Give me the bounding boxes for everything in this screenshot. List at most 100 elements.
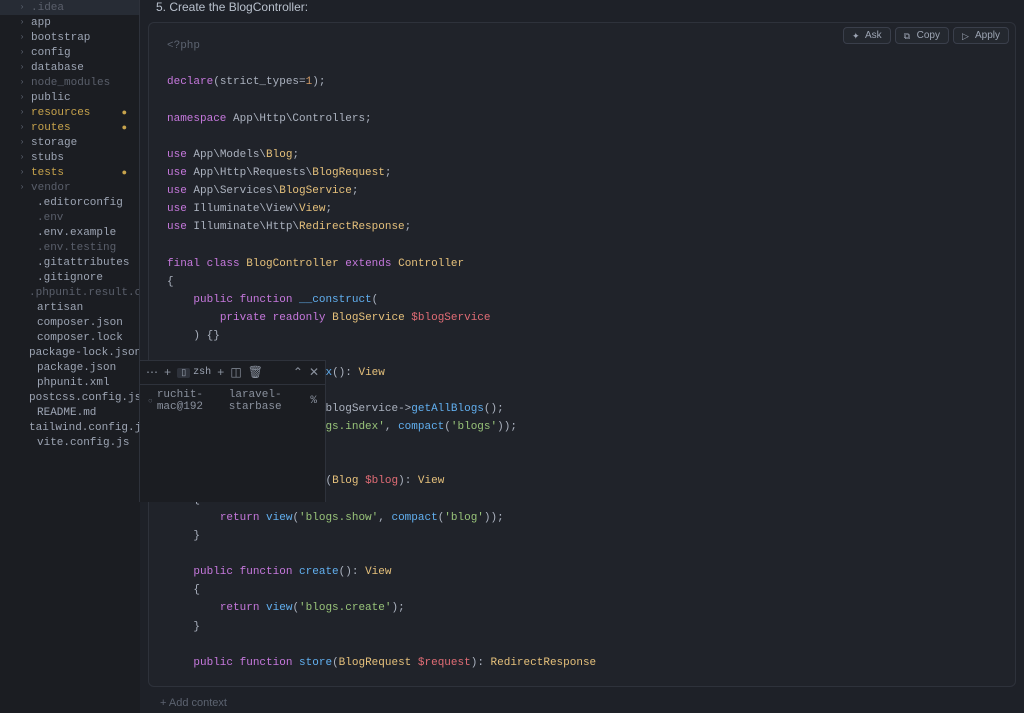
- folder-icon: ›: [18, 93, 26, 102]
- terminal-tab[interactable]: ▯ zsh: [177, 367, 211, 378]
- close-icon[interactable]: ✕: [309, 365, 319, 380]
- folder-icon: ›: [18, 108, 26, 117]
- terminal-prompt[interactable]: ○ ruchit-mac@192 laravel-starbase %: [140, 385, 325, 417]
- file--gitattributes[interactable]: .gitattributes: [0, 255, 139, 270]
- chevron-icon[interactable]: ⌃: [293, 365, 303, 380]
- tree-item-label: node_modules: [31, 77, 110, 89]
- file--gitignore[interactable]: .gitignore: [0, 270, 139, 285]
- folder-icon: ›: [18, 63, 26, 72]
- tree-item-label: package.json: [37, 362, 116, 374]
- file-explorer[interactable]: ›.idea›app›bootstrap›config›database›nod…: [0, 0, 140, 502]
- folder-icon: ›: [18, 153, 26, 162]
- tree-item-label: README.md: [37, 407, 96, 419]
- ask-button[interactable]: ✦ Ask: [843, 27, 891, 44]
- folder-tests[interactable]: › tests ●: [0, 165, 139, 180]
- copy-icon: ⧉: [904, 31, 914, 41]
- folder-resources[interactable]: › resources ●: [0, 105, 139, 120]
- tree-item-label: bootstrap: [31, 32, 90, 44]
- tree-item-label: postcss.config.js: [29, 392, 140, 404]
- file-composer-json[interactable]: composer.json: [0, 315, 139, 330]
- tree-item-label: public: [31, 92, 71, 104]
- folder-icon: ›: [18, 33, 26, 42]
- main-area: 5. Create the BlogController: ✦ Ask ⧉ Co…: [140, 0, 1024, 502]
- file--env[interactable]: .env: [0, 210, 139, 225]
- folder-storage[interactable]: › storage: [0, 135, 139, 150]
- tree-item-label: stubs: [31, 152, 64, 164]
- tree-item-label: composer.json: [37, 317, 123, 329]
- terminal-panel[interactable]: ⋯ + ▯ zsh + ◫ 🗑 ⌃ ✕ ○ ruchit-mac@192 lar…: [140, 360, 326, 502]
- tree-item-label: storage: [31, 137, 77, 149]
- folder-icon: ›: [18, 48, 26, 57]
- folder-database[interactable]: › database: [0, 60, 139, 75]
- tree-item-label: .gitignore: [37, 272, 103, 284]
- tree-item-label: .env.testing: [37, 242, 116, 254]
- file-postcss-config-js[interactable]: postcss.config.js: [0, 390, 139, 405]
- play-icon: ▷: [962, 31, 972, 41]
- file-phpunit-xml[interactable]: phpunit.xml: [0, 375, 139, 390]
- tree-item-label: phpunit.xml: [37, 377, 110, 389]
- folder-node_modules[interactable]: ›node_modules: [0, 75, 139, 90]
- code-content[interactable]: <?php declare(strict_types=1); namespace…: [149, 23, 1015, 686]
- plus-icon[interactable]: +: [164, 366, 171, 380]
- file-artisan[interactable]: artisan: [0, 300, 139, 315]
- folder-icon: ›: [18, 168, 26, 177]
- tree-item-label: database: [31, 62, 84, 74]
- tree-item-label: vite.config.js: [37, 437, 129, 449]
- tree-item-label: resources: [31, 107, 90, 119]
- tree-item-label: .editorconfig: [37, 197, 123, 209]
- tree-item-label: vendor: [31, 182, 71, 194]
- sparkle-icon: ✦: [852, 31, 862, 41]
- add-context-hint[interactable]: + Add context: [148, 693, 1016, 713]
- folder-routes[interactable]: › routes ●: [0, 120, 139, 135]
- folder-stubs[interactable]: › stubs: [0, 150, 139, 165]
- tree-item-label: .env: [37, 212, 63, 224]
- tree-item-label: .idea: [31, 2, 64, 14]
- trash-icon[interactable]: 🗑: [248, 365, 263, 380]
- prompt-dot-icon: ○: [148, 397, 153, 406]
- folder--idea[interactable]: › .idea: [0, 0, 139, 15]
- file-composer-lock[interactable]: composer.lock: [0, 330, 139, 345]
- tree-item-label: .gitattributes: [37, 257, 129, 269]
- tree-item-label: .env.example: [37, 227, 116, 239]
- tree-item-label: config: [31, 47, 71, 59]
- folder-config[interactable]: › config: [0, 45, 139, 60]
- folder-vendor[interactable]: › vendor: [0, 180, 139, 195]
- modified-dot-icon: ●: [122, 123, 127, 133]
- modified-dot-icon: ●: [122, 168, 127, 178]
- file--env-testing[interactable]: .env.testing: [0, 240, 139, 255]
- apply-button[interactable]: ▷ Apply: [953, 27, 1009, 44]
- tree-item-label: tests: [31, 167, 64, 179]
- code-block: ✦ Ask ⧉ Copy ▷ Apply <?php declare(stric…: [148, 22, 1016, 687]
- folder-public[interactable]: › public: [0, 90, 139, 105]
- file-README-md[interactable]: README.md: [0, 405, 139, 420]
- tree-item-label: routes: [31, 122, 71, 134]
- split-icon: ▯: [177, 368, 190, 378]
- file--env-example[interactable]: .env.example: [0, 225, 139, 240]
- tree-item-label: artisan: [37, 302, 83, 314]
- folder-app[interactable]: ›app: [0, 15, 139, 30]
- file-package-json[interactable]: package.json: [0, 360, 139, 375]
- split-pane-icon[interactable]: ◫: [230, 365, 241, 380]
- modified-dot-icon: ●: [122, 108, 127, 118]
- copy-button[interactable]: ⧉ Copy: [895, 27, 949, 44]
- tree-item-label: package-lock.json: [29, 347, 140, 359]
- folder-icon: ›: [18, 183, 26, 192]
- file--phpunit-result-cache[interactable]: .phpunit.result.cache: [0, 285, 139, 300]
- tree-item-label: .phpunit.result.cache: [29, 287, 140, 299]
- code-actions: ✦ Ask ⧉ Copy ▷ Apply: [843, 27, 1009, 44]
- folder-icon: ›: [18, 123, 26, 132]
- folder-icon: ›: [18, 3, 26, 12]
- folder-icon: ›: [18, 18, 26, 27]
- file-vite-config-js[interactable]: vite.config.js: [0, 435, 139, 450]
- instruction-text: 5. Create the BlogController:: [148, 0, 1016, 22]
- file-package-lock-json[interactable]: package-lock.json: [0, 345, 139, 360]
- folder-bootstrap[interactable]: › bootstrap: [0, 30, 139, 45]
- file--editorconfig[interactable]: .editorconfig: [0, 195, 139, 210]
- terminal-tabs: ⋯ + ▯ zsh + ◫ 🗑 ⌃ ✕: [140, 361, 325, 385]
- tree-item-label: composer.lock: [37, 332, 123, 344]
- add-tab-icon[interactable]: +: [217, 366, 224, 380]
- tree-item-label: tailwind.config.js: [29, 422, 140, 434]
- folder-icon: ›: [18, 138, 26, 147]
- file-tailwind-config-js[interactable]: tailwind.config.js: [0, 420, 139, 435]
- more-icon[interactable]: ⋯: [146, 365, 158, 380]
